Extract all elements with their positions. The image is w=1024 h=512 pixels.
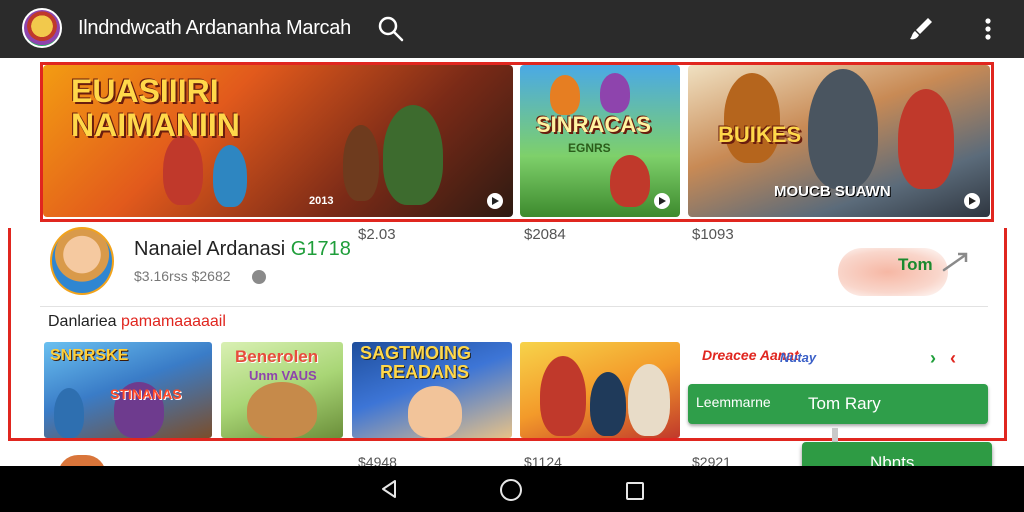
game-card[interactable]: SAGTMOING READANS — [352, 342, 512, 438]
character-figure — [610, 155, 650, 207]
game-card-title: SNRRSKE — [50, 347, 129, 364]
info-icon[interactable] — [252, 270, 266, 284]
character-figure — [540, 356, 586, 436]
game-card-title: SAGTMOING — [360, 343, 471, 363]
price-label: $2084 — [524, 226, 566, 243]
character-figure — [550, 75, 580, 115]
game-card-subtitle: Unm VAUS — [249, 368, 317, 383]
character-figure — [408, 386, 462, 438]
play-icon[interactable] — [487, 193, 503, 209]
arrow-pointer-icon[interactable] — [940, 250, 970, 276]
search-icon[interactable] — [376, 14, 406, 44]
home-icon[interactable] — [500, 479, 522, 501]
play-icon[interactable] — [964, 193, 980, 209]
featured-card-1[interactable]: EUASIIIRI NAIMANIIN 2013 — [43, 65, 513, 217]
button-prefix-label: Leemmarne — [696, 394, 771, 410]
character-figure — [343, 125, 379, 201]
profile-name-number: G1718 — [290, 238, 351, 260]
game-card[interactable]: Benerolen Unm VAUS — [221, 342, 343, 438]
character-figure — [54, 388, 84, 438]
game-card[interactable] — [520, 342, 680, 438]
divider-tick — [832, 428, 838, 442]
game-card-subtitle: READANS — [380, 362, 470, 382]
profile-subline: $3.16rss $2682 — [134, 268, 231, 284]
featured-card-2-title: SINRACAS — [536, 112, 651, 137]
character-figure — [247, 382, 317, 438]
game-card[interactable]: SNRRSKE STINANAS — [44, 342, 212, 438]
featured-card-1-badge: 2013 — [309, 195, 334, 207]
character-figure — [213, 145, 247, 207]
character-figure — [600, 73, 630, 113]
price-label: $1093 — [692, 226, 734, 243]
divider — [40, 306, 988, 307]
price-label: $2.03 — [358, 226, 396, 243]
profile-name-text: Nanaiel Ardanasi — [134, 238, 286, 260]
more-vert-icon[interactable] — [976, 14, 1000, 44]
featured-card-2-subtitle: EGNRS — [568, 141, 611, 155]
character-figure — [383, 105, 443, 205]
edit-brush-icon[interactable] — [906, 14, 936, 44]
featured-card-3-subtitle: MOUCB SUAWN — [774, 183, 891, 200]
character-figure — [163, 135, 203, 205]
profile-name[interactable]: Nanaiel Ardanasi G1718 — [134, 238, 351, 261]
game-card-subtitle: STINANAS — [110, 386, 182, 402]
avatar[interactable] — [50, 227, 114, 295]
featured-card-2[interactable]: SINRACAS EGNRS — [520, 65, 680, 217]
character-figure — [590, 372, 626, 436]
chevron-right-icon[interactable]: › — [930, 348, 936, 369]
app-title: Ilndndwcath Ardananha Marcah — [78, 17, 351, 39]
section-title-text: Danlariea — [48, 313, 117, 330]
app-root: Ilndndwcath Ardananha Marcah EUASIIIRI N… — [0, 0, 1024, 512]
top-app-bar: Ilndndwcath Ardananha Marcah — [0, 0, 1024, 58]
tom-rary-button[interactable]: Leemmarne Tom Rary — [688, 384, 988, 424]
featured-card-1-title: EUASIIIRI NAIMANIIN — [71, 73, 240, 143]
app-logo-icon[interactable] — [22, 8, 62, 48]
side-promo-tag: Nutay — [780, 350, 817, 365]
chevron-left-icon[interactable]: ‹ — [950, 348, 956, 369]
game-card-title: Benerolen — [235, 347, 319, 366]
back-icon[interactable] — [378, 478, 400, 500]
recent-apps-icon[interactable] — [626, 482, 644, 500]
character-figure — [724, 73, 780, 163]
section-title-accent: pamamaaaaail — [120, 313, 226, 330]
section-title: Danlariea pamamaaaaail — [48, 313, 226, 331]
featured-card-3-title: BUIKES — [718, 122, 802, 147]
character-figure — [808, 69, 878, 189]
profile-action-label[interactable]: Tom — [898, 255, 933, 275]
character-figure — [898, 89, 954, 189]
character-figure — [628, 364, 670, 436]
featured-card-3[interactable]: BUIKES MOUCB SUAWN — [688, 65, 990, 217]
play-icon[interactable] — [654, 193, 670, 209]
tom-rary-button-label: Tom Rary — [808, 394, 881, 413]
